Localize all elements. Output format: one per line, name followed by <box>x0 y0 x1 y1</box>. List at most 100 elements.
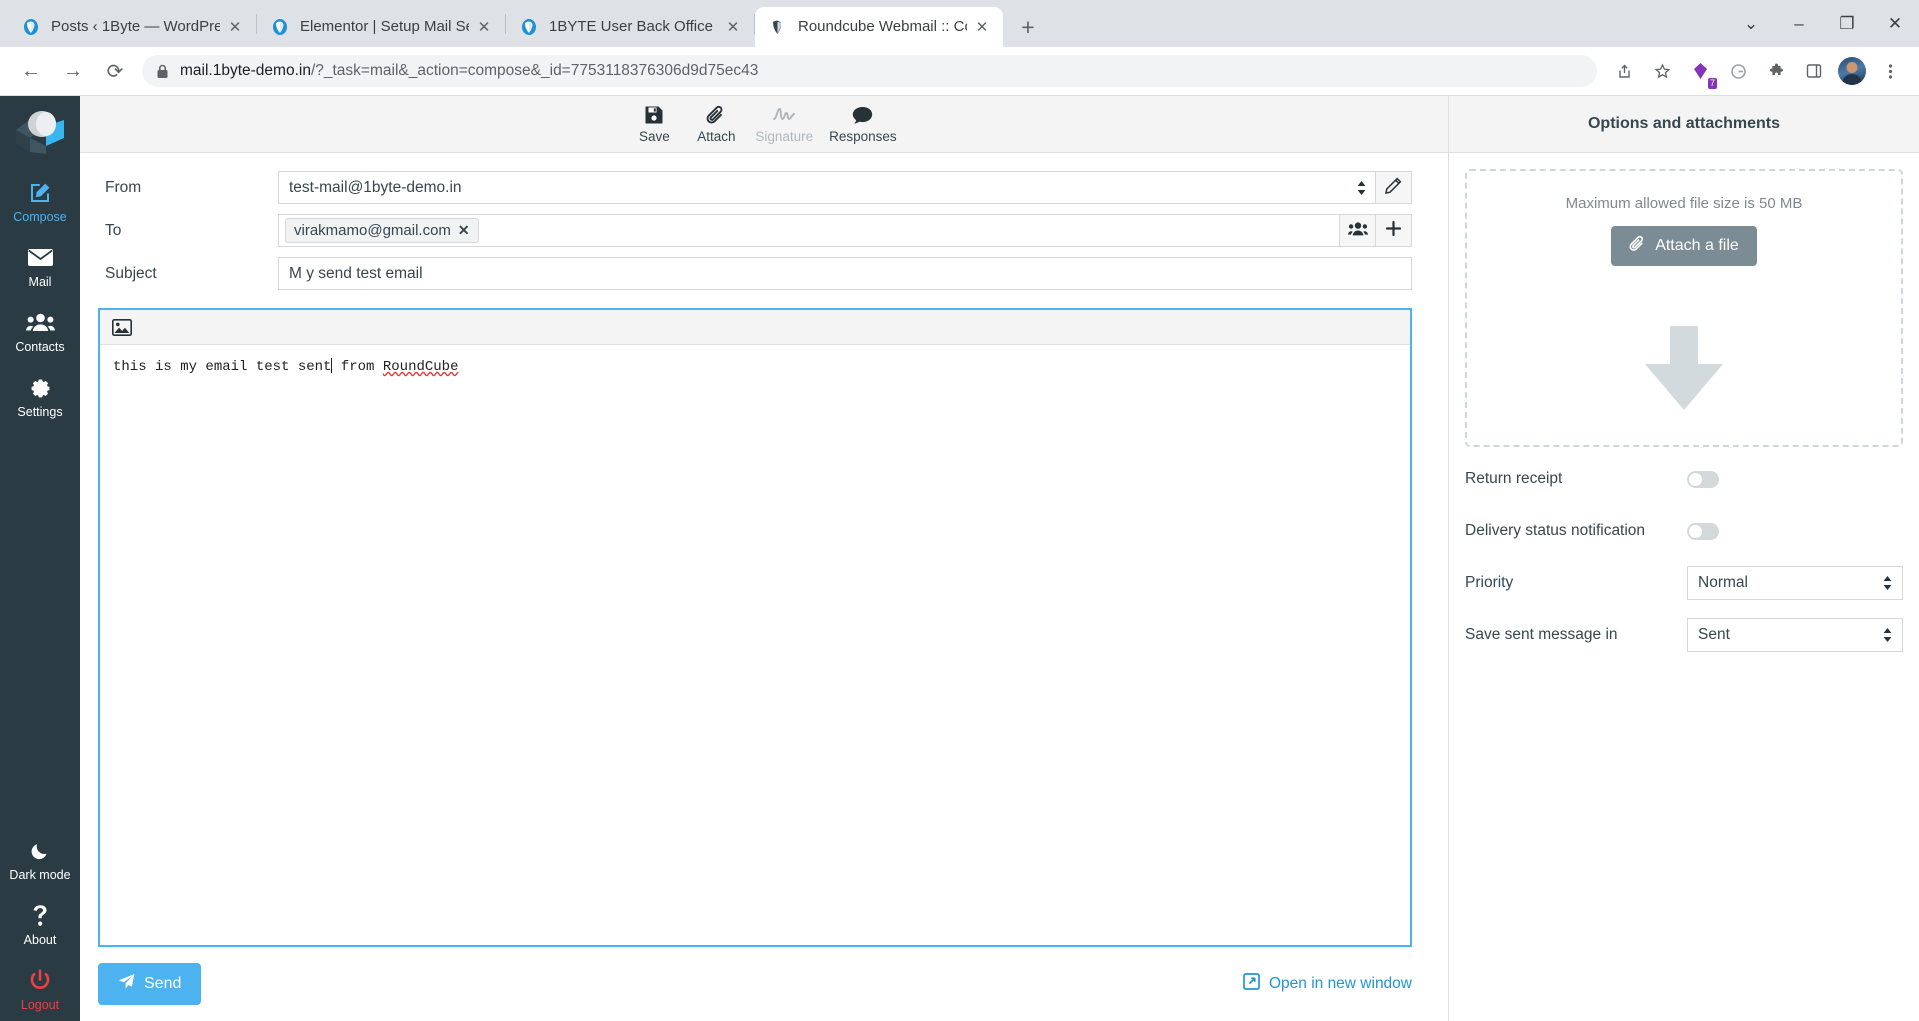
sidebar-item-mail[interactable]: Mail <box>0 233 80 298</box>
roundcube-logo <box>12 110 68 156</box>
priority-row: Priority Normal <box>1465 563 1903 603</box>
chevron-updown-icon <box>1883 628 1892 642</box>
omnibox-actions: 7 <box>1605 55 1909 89</box>
open-in-new-window-label: Open in new window <box>1268 975 1412 992</box>
new-tab-button[interactable]: + <box>1011 10 1045 44</box>
open-in-new-window-link[interactable]: Open in new window <box>1243 973 1412 995</box>
tab-close-icon[interactable]: ✕ <box>971 16 993 38</box>
send-button[interactable]: Send <box>98 963 202 1005</box>
browser-tab[interactable]: Posts ‹ 1Byte — WordPress ✕ <box>8 7 256 47</box>
tab-search-icon[interactable]: ⌄ <box>1727 0 1775 47</box>
sidebar-item-compose[interactable]: Compose <box>0 168 80 233</box>
save-sent-select[interactable]: Sent <box>1687 618 1903 652</box>
body-text-spellchecked: RoundCube <box>382 359 459 375</box>
responses-button[interactable]: Responses <box>821 98 905 151</box>
reload-icon[interactable]: ⟳ <box>97 53 133 89</box>
chevron-updown-icon <box>1357 180 1366 195</box>
to-input[interactable]: virakmamo@gmail.com ✕ <box>278 214 1340 247</box>
sidebar-label: Logout <box>20 998 60 1012</box>
send-icon <box>118 973 135 995</box>
wordpress-favicon <box>270 17 290 37</box>
sidebar-item-contacts[interactable]: Contacts <box>0 298 80 363</box>
extension-badge-count: 7 <box>1707 78 1717 89</box>
priority-select[interactable]: Normal <box>1687 566 1903 600</box>
delivery-status-toggle[interactable] <box>1687 522 1719 540</box>
body-text-before: this is my email test sent <box>113 359 332 375</box>
extension-purple-icon[interactable]: 7 <box>1684 55 1717 89</box>
send-label: Send <box>144 975 182 992</box>
sidebar-item-about[interactable]: About <box>0 891 80 956</box>
compose-main: Save Attach Signature Responses From tes… <box>80 96 1449 1021</box>
tab-close-icon[interactable]: ✕ <box>722 16 744 38</box>
return-receipt-toggle[interactable] <box>1687 470 1719 488</box>
back-icon[interactable]: ← <box>13 53 49 89</box>
chevron-updown-icon <box>1883 576 1892 590</box>
editor-toolbar <box>100 310 1410 345</box>
to-row: To virakmamo@gmail.com ✕ <box>98 214 1412 247</box>
question-icon <box>32 902 49 928</box>
to-control: virakmamo@gmail.com ✕ <box>278 214 1412 247</box>
chrome-menu-icon[interactable] <box>1874 55 1906 87</box>
tab-close-icon[interactable]: ✕ <box>473 16 495 38</box>
bookmark-star-icon[interactable] <box>1646 55 1678 87</box>
tab-title: Roundcube Webmail :: Compose <box>798 18 967 35</box>
url-path: /?_task=mail&_action=compose&_id=7753118… <box>310 62 759 79</box>
from-select[interactable]: test-mail@1byte-demo.in <box>278 171 1376 204</box>
attachment-dropzone[interactable]: Maximum allowed file size is 50 MB Attac… <box>1465 169 1903 447</box>
save-button[interactable]: Save <box>623 98 685 151</box>
maximize-button[interactable]: ❐ <box>1823 0 1871 47</box>
save-sent-row: Save sent message in Sent <box>1465 615 1903 655</box>
forward-icon[interactable]: → <box>55 53 91 89</box>
recipient-chip[interactable]: virakmamo@gmail.com ✕ <box>285 218 479 243</box>
image-icon[interactable] <box>109 314 135 340</box>
sidebar-label: Compose <box>13 210 67 224</box>
contacts-picker-button[interactable] <box>1340 214 1376 247</box>
tab-title: Posts ‹ 1Byte — WordPress <box>51 18 220 35</box>
recipient-address: virakmamo@gmail.com <box>294 222 451 239</box>
attach-a-file-label: Attach a file <box>1655 237 1739 254</box>
sidebar-item-settings[interactable]: Settings <box>0 363 80 428</box>
subject-row: Subject M y send test email <box>98 257 1412 290</box>
compose-area: Save Attach Signature Responses From tes… <box>80 96 1919 1021</box>
subject-input[interactable]: M y send test email <box>278 257 1412 290</box>
envelope-icon <box>27 244 54 270</box>
toolbar-label: Signature <box>755 129 814 144</box>
profile-avatar[interactable] <box>1838 57 1866 85</box>
minimize-button[interactable]: – <box>1775 0 1823 47</box>
sidebar-item-dark-mode[interactable]: Dark mode <box>0 826 80 891</box>
browser-tab[interactable]: 1BYTE User Back Office ✕ <box>506 7 754 47</box>
attach-button[interactable]: Attach <box>685 98 747 151</box>
attach-a-file-button[interactable]: Attach a file <box>1611 226 1757 266</box>
share-icon[interactable] <box>1608 55 1640 87</box>
priority-value: Normal <box>1698 574 1748 591</box>
browser-tab-active[interactable]: Roundcube Webmail :: Compose ✕ <box>755 7 1003 47</box>
save-sent-label: Save sent message in <box>1465 626 1618 643</box>
sidebar-label: About <box>23 933 57 947</box>
roundcube-app: Compose Mail Contacts Settings Dark mode… <box>0 96 1919 1021</box>
sidebar-item-logout[interactable]: Logout <box>0 956 80 1021</box>
address-bar[interactable]: mail.1byte-demo.in/?_task=mail&_action=c… <box>142 55 1597 87</box>
add-recipient-field-button[interactable] <box>1376 214 1412 247</box>
browser-tab[interactable]: Elementor | Setup Mail Server (Ro ✕ <box>257 7 505 47</box>
message-body[interactable]: this is my email test sent from RoundCub… <box>100 345 1410 945</box>
return-receipt-label: Return receipt <box>1465 470 1563 487</box>
to-label: To <box>105 221 122 239</box>
url-host: mail.1byte-demo.in <box>180 62 311 79</box>
close-window-button[interactable]: ✕ <box>1871 0 1919 47</box>
remove-recipient-icon[interactable]: ✕ <box>458 222 470 239</box>
grammarly-icon[interactable] <box>1722 55 1754 87</box>
toolbar-label: Attach <box>697 129 736 144</box>
contacts-icon <box>25 309 55 335</box>
toolbar-label: Responses <box>829 129 897 144</box>
signature-icon <box>772 104 796 126</box>
plus-icon <box>1385 220 1402 242</box>
wordpress-favicon <box>519 17 539 37</box>
message-editor[interactable]: this is my email test sent from RoundCub… <box>98 308 1412 947</box>
tab-close-icon[interactable]: ✕ <box>224 16 246 38</box>
return-receipt-row: Return receipt <box>1465 459 1903 499</box>
extensions-puzzle-icon[interactable] <box>1760 55 1792 87</box>
edit-identity-button[interactable] <box>1376 171 1412 204</box>
signature-button[interactable]: Signature <box>747 98 821 151</box>
side-panel-icon[interactable] <box>1798 55 1830 87</box>
toolbar-label: Save <box>638 129 670 144</box>
